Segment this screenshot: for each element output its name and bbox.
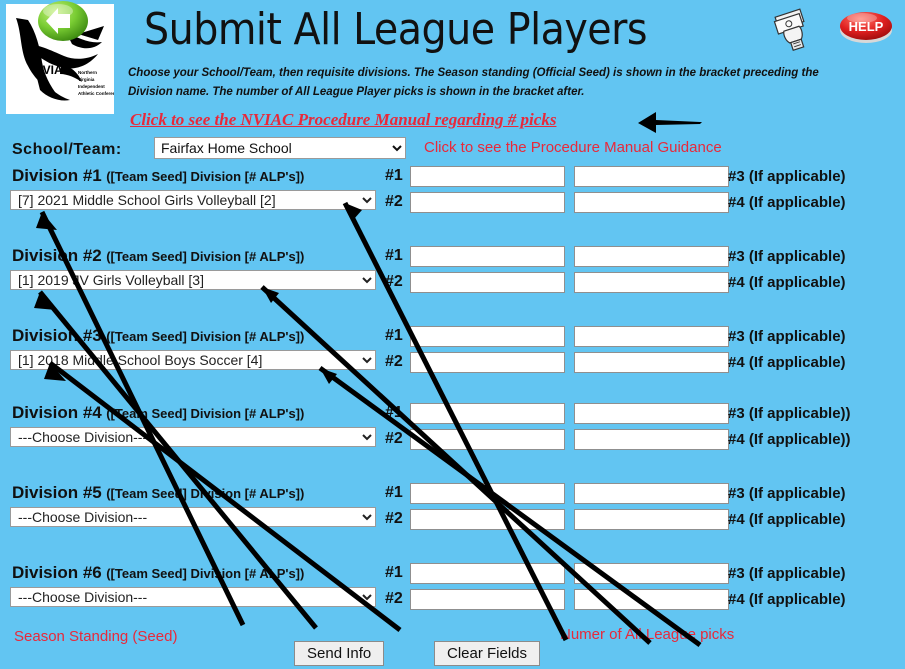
division-select[interactable]: ---Choose Division--- bbox=[10, 587, 376, 607]
division-select[interactable]: [1] 2019 JV Girls Volleyball [3] bbox=[10, 270, 376, 290]
send-info-button[interactable]: Send Info bbox=[294, 641, 385, 666]
pick-input-secondary[interactable] bbox=[574, 509, 729, 530]
seed-arrowhead-1 bbox=[36, 212, 57, 230]
pick-number-label: #2 bbox=[385, 430, 403, 447]
pick-input-primary[interactable] bbox=[410, 246, 565, 267]
pick-input-secondary[interactable] bbox=[574, 166, 729, 187]
help-button[interactable]: HELP bbox=[838, 8, 894, 44]
pick-input-primary[interactable] bbox=[410, 403, 565, 424]
svg-text:NVIAC: NVIAC bbox=[34, 63, 72, 77]
picks-arrowhead-3 bbox=[320, 368, 337, 384]
pick-input-secondary[interactable] bbox=[574, 272, 729, 293]
pick-optional-label: #3 (If applicable) bbox=[728, 485, 846, 502]
school-team-label: School/Team: bbox=[12, 141, 122, 158]
division-select[interactable]: [1] 2018 Middle School Boys Soccer [4] bbox=[10, 350, 376, 370]
division-select[interactable]: [7] 2021 Middle School Girls Volleyball … bbox=[10, 190, 376, 210]
pick-number-label: #1 bbox=[385, 564, 403, 581]
pick-input-primary[interactable] bbox=[410, 429, 565, 450]
pick-input-primary[interactable] bbox=[410, 352, 565, 373]
pick-optional-label: #3 (If applicable) bbox=[728, 168, 846, 185]
division-title: Division #1 bbox=[12, 166, 102, 185]
pick-number-label: #1 bbox=[385, 404, 403, 421]
pick-input-secondary[interactable] bbox=[574, 403, 729, 424]
pick-number-label: #1 bbox=[385, 167, 403, 184]
instructions: Choose your School/Team, then requisite … bbox=[128, 64, 898, 102]
pick-optional-label: #3 (If applicable)) bbox=[728, 405, 851, 422]
pick-input-primary[interactable] bbox=[410, 326, 565, 347]
svg-text:Virginia: Virginia bbox=[78, 77, 95, 82]
pick-input-secondary[interactable] bbox=[574, 429, 729, 450]
procedure-manual-link[interactable]: Click to see the NVIAC Procedure Manual … bbox=[130, 110, 556, 130]
page-title: Submit All League Players bbox=[144, 4, 648, 55]
division-label: Division #1 ([Team Seed] Division [# ALP… bbox=[12, 166, 304, 186]
pick-input-secondary[interactable] bbox=[574, 192, 729, 213]
division-select[interactable]: ---Choose Division--- bbox=[10, 507, 376, 527]
division-subtitle: ([Team Seed] Division [# ALP's]) bbox=[106, 566, 305, 581]
pick-input-secondary[interactable] bbox=[574, 563, 729, 584]
instructions-line-2: Division name. The number of All League … bbox=[128, 86, 585, 98]
pick-input-primary[interactable] bbox=[410, 509, 565, 530]
pick-input-primary[interactable] bbox=[410, 192, 565, 213]
division-title: Division #2 bbox=[12, 246, 102, 265]
instructions-line-1: Choose your School/Team, then requisite … bbox=[128, 67, 819, 79]
division-title: Division #4 bbox=[12, 403, 102, 422]
pick-input-primary[interactable] bbox=[410, 272, 565, 293]
pick-input-primary[interactable] bbox=[410, 166, 565, 187]
pick-optional-label: #4 (If applicable)) bbox=[728, 431, 851, 448]
school-team-select[interactable]: Fairfax Home School bbox=[154, 137, 406, 159]
season-standing-note: Season Standing (Seed) bbox=[14, 628, 178, 645]
pick-optional-label: #4 (If applicable) bbox=[728, 354, 846, 371]
division-label: Division #2 ([Team Seed] Division [# ALP… bbox=[12, 246, 304, 266]
pick-input-secondary[interactable] bbox=[574, 326, 729, 347]
back-arrow-icon[interactable] bbox=[36, 0, 90, 42]
pick-input-secondary[interactable] bbox=[574, 589, 729, 610]
pick-optional-label: #3 (If applicable) bbox=[728, 248, 846, 265]
division-label: Division #3 ([Team Seed] Division [# ALP… bbox=[12, 326, 304, 346]
pick-input-secondary[interactable] bbox=[574, 246, 729, 267]
division-subtitle: ([Team Seed] Division [# ALP's]) bbox=[106, 329, 305, 344]
division-subtitle: ([Team Seed] Division [# ALP's]) bbox=[106, 486, 305, 501]
division-subtitle: ([Team Seed] Division [# ALP's]) bbox=[106, 169, 305, 184]
pick-input-secondary[interactable] bbox=[574, 352, 729, 373]
pick-number-label: #2 bbox=[385, 353, 403, 370]
svg-text:Independent: Independent bbox=[78, 84, 105, 89]
division-label: Division #4 ([Team Seed] Division [# ALP… bbox=[12, 403, 304, 423]
pick-number-label: #2 bbox=[385, 590, 403, 607]
division-select[interactable]: ---Choose Division--- bbox=[10, 427, 376, 447]
page-root: NVIAC Northern Virginia Independent Athl… bbox=[0, 0, 905, 669]
division-label: Division #5 ([Team Seed] Division [# ALP… bbox=[12, 483, 304, 503]
pick-input-primary[interactable] bbox=[410, 563, 565, 584]
help-label: HELP bbox=[849, 19, 884, 34]
division-title: Division #6 bbox=[12, 563, 102, 582]
svg-text:Northern: Northern bbox=[78, 70, 97, 75]
pick-optional-label: #4 (If applicable) bbox=[728, 591, 846, 608]
manual-link-pointer-arrow-icon bbox=[638, 112, 702, 133]
clear-fields-button[interactable]: Clear Fields bbox=[434, 641, 541, 666]
pick-number-label: #2 bbox=[385, 510, 403, 527]
pick-optional-label: #3 (If applicable) bbox=[728, 328, 846, 345]
division-subtitle: ([Team Seed] Division [# ALP's]) bbox=[106, 249, 305, 264]
pick-optional-label: #3 (If applicable) bbox=[728, 565, 846, 582]
hand-holding-money-icon[interactable] bbox=[772, 8, 816, 52]
pick-number-label: #2 bbox=[385, 193, 403, 210]
pick-input-primary[interactable] bbox=[410, 589, 565, 610]
division-title: Division #3 bbox=[12, 326, 102, 345]
svg-text:Athletic Conference: Athletic Conference bbox=[78, 91, 114, 96]
division-title: Division #5 bbox=[12, 483, 102, 502]
pick-input-secondary[interactable] bbox=[574, 483, 729, 504]
pick-optional-label: #4 (If applicable) bbox=[728, 194, 846, 211]
pick-input-primary[interactable] bbox=[410, 483, 565, 504]
pick-optional-label: #4 (If applicable) bbox=[728, 274, 846, 291]
pick-number-label: #1 bbox=[385, 327, 403, 344]
pick-optional-label: #4 (If applicable) bbox=[728, 511, 846, 528]
division-subtitle: ([Team Seed] Division [# ALP's]) bbox=[106, 406, 305, 421]
all-league-picks-note: Numer of All League picks bbox=[560, 626, 735, 643]
division-label: Division #6 ([Team Seed] Division [# ALP… bbox=[12, 563, 304, 583]
seed-arrowhead-2 bbox=[34, 292, 56, 310]
pick-number-label: #1 bbox=[385, 247, 403, 264]
procedure-manual-guidance-text: Click to see the Procedure Manual Guidan… bbox=[424, 139, 722, 156]
pick-number-label: #1 bbox=[385, 484, 403, 501]
pick-number-label: #2 bbox=[385, 273, 403, 290]
